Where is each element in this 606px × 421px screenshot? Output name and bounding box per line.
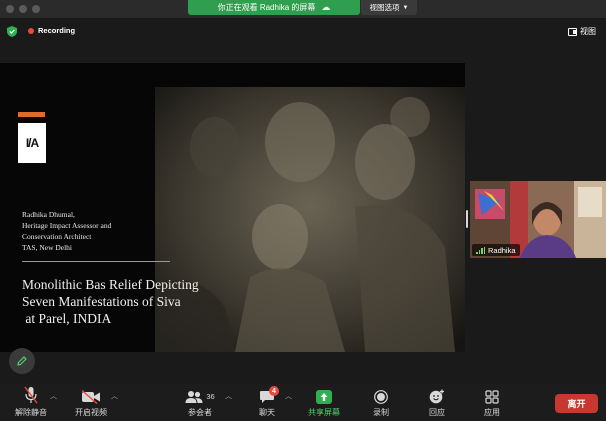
reactions-label: 回应 <box>429 408 445 417</box>
chevron-down-icon: ▼ <box>402 4 409 11</box>
screen-share-banner: 你正在观看 Radhika 的屏幕 ☁ <box>188 0 360 15</box>
view-options-label: 视图选项 <box>369 3 400 12</box>
author-line: Heritage Impact Assessor and <box>22 221 112 230</box>
view-button[interactable]: 视图 <box>568 26 596 37</box>
view-label: 视图 <box>580 27 596 36</box>
participant-name: Radhika <box>488 245 516 255</box>
participants-count: 36 <box>206 392 215 401</box>
unmute-button[interactable]: 解除静音 <box>12 384 50 421</box>
shield-icon[interactable] <box>7 26 17 37</box>
participants-label: 参会者 <box>188 408 212 417</box>
participants-button[interactable]: 36 参会者 <box>180 384 220 421</box>
mic-muted-icon <box>24 386 38 404</box>
record-button[interactable]: 录制 <box>366 384 396 421</box>
bas-relief-photo <box>155 87 465 352</box>
signal-strength-icon <box>476 246 485 254</box>
audio-options-caret[interactable]: ︿ <box>50 391 57 401</box>
pencil-icon <box>17 356 27 366</box>
author-line: Conservation Architect <box>22 232 92 241</box>
screen-share-banner-text: 你正在观看 Radhika 的屏幕 <box>217 3 316 12</box>
annotate-button[interactable] <box>9 348 35 374</box>
close-window-button[interactable] <box>6 5 14 13</box>
reactions-button[interactable]: 回应 <box>422 384 452 421</box>
participants-options-caret[interactable]: ︿ <box>225 391 232 401</box>
view-options-button[interactable]: 视图选项 ▼ <box>361 0 417 15</box>
record-label: 录制 <box>373 408 389 417</box>
slide-title: Monolithic Bas Relief Depicting Seven Ma… <box>22 277 199 326</box>
share-screen-label: 共享屏幕 <box>308 408 340 417</box>
emoji-reaction-icon <box>429 389 444 404</box>
participant-name-tag: Radhika <box>472 244 520 256</box>
zoom-window-button[interactable] <box>32 5 40 13</box>
apps-icon <box>485 390 499 404</box>
apps-button[interactable]: 应用 <box>477 384 507 421</box>
chat-options-caret[interactable]: ︿ <box>285 391 292 401</box>
start-video-label: 开启视频 <box>75 408 107 417</box>
meeting-toolbar: 解除静音 ︿ 开启视频 ︿ 36 参会者 ︿ 聊天 4 ︿ 共享屏幕 录制 回应… <box>0 384 606 421</box>
record-dot-icon <box>28 27 34 34</box>
record-icon <box>374 390 388 404</box>
ia-logo: I/A <box>18 123 46 163</box>
apps-label: 应用 <box>484 408 500 417</box>
slide-author-block: Radhika Dhumal, Heritage Impact Assessor… <box>22 209 111 253</box>
share-screen-button[interactable]: 共享屏幕 <box>305 384 343 421</box>
share-screen-icon <box>316 390 332 404</box>
participants-icon <box>185 391 203 403</box>
recording-label: Recording <box>38 26 76 35</box>
slide-divider <box>22 261 170 262</box>
leave-meeting-button[interactable]: 离开 <box>555 394 598 413</box>
chat-unread-badge: 4 <box>269 386 279 396</box>
logo-accent-bar <box>18 112 45 117</box>
chat-label: 聊天 <box>259 408 275 417</box>
minimize-window-button[interactable] <box>19 5 27 13</box>
cloud-icon: ☁ <box>321 2 331 12</box>
start-video-button[interactable]: 开启视频 <box>72 384 110 421</box>
view-layout-icon <box>568 27 577 36</box>
thumbnail-drag-handle[interactable] <box>466 210 468 228</box>
author-line: Radhika Dhumal, <box>22 210 75 219</box>
video-off-icon <box>81 390 100 404</box>
unmute-label: 解除静音 <box>15 408 47 417</box>
video-options-caret[interactable]: ︿ <box>111 391 118 401</box>
recording-indicator[interactable]: Recording <box>28 26 75 35</box>
author-line: TAS, New Delhi <box>22 243 73 252</box>
shared-slide: I/A Radhika Dhumal, Heritage Impact Asse… <box>0 63 465 352</box>
